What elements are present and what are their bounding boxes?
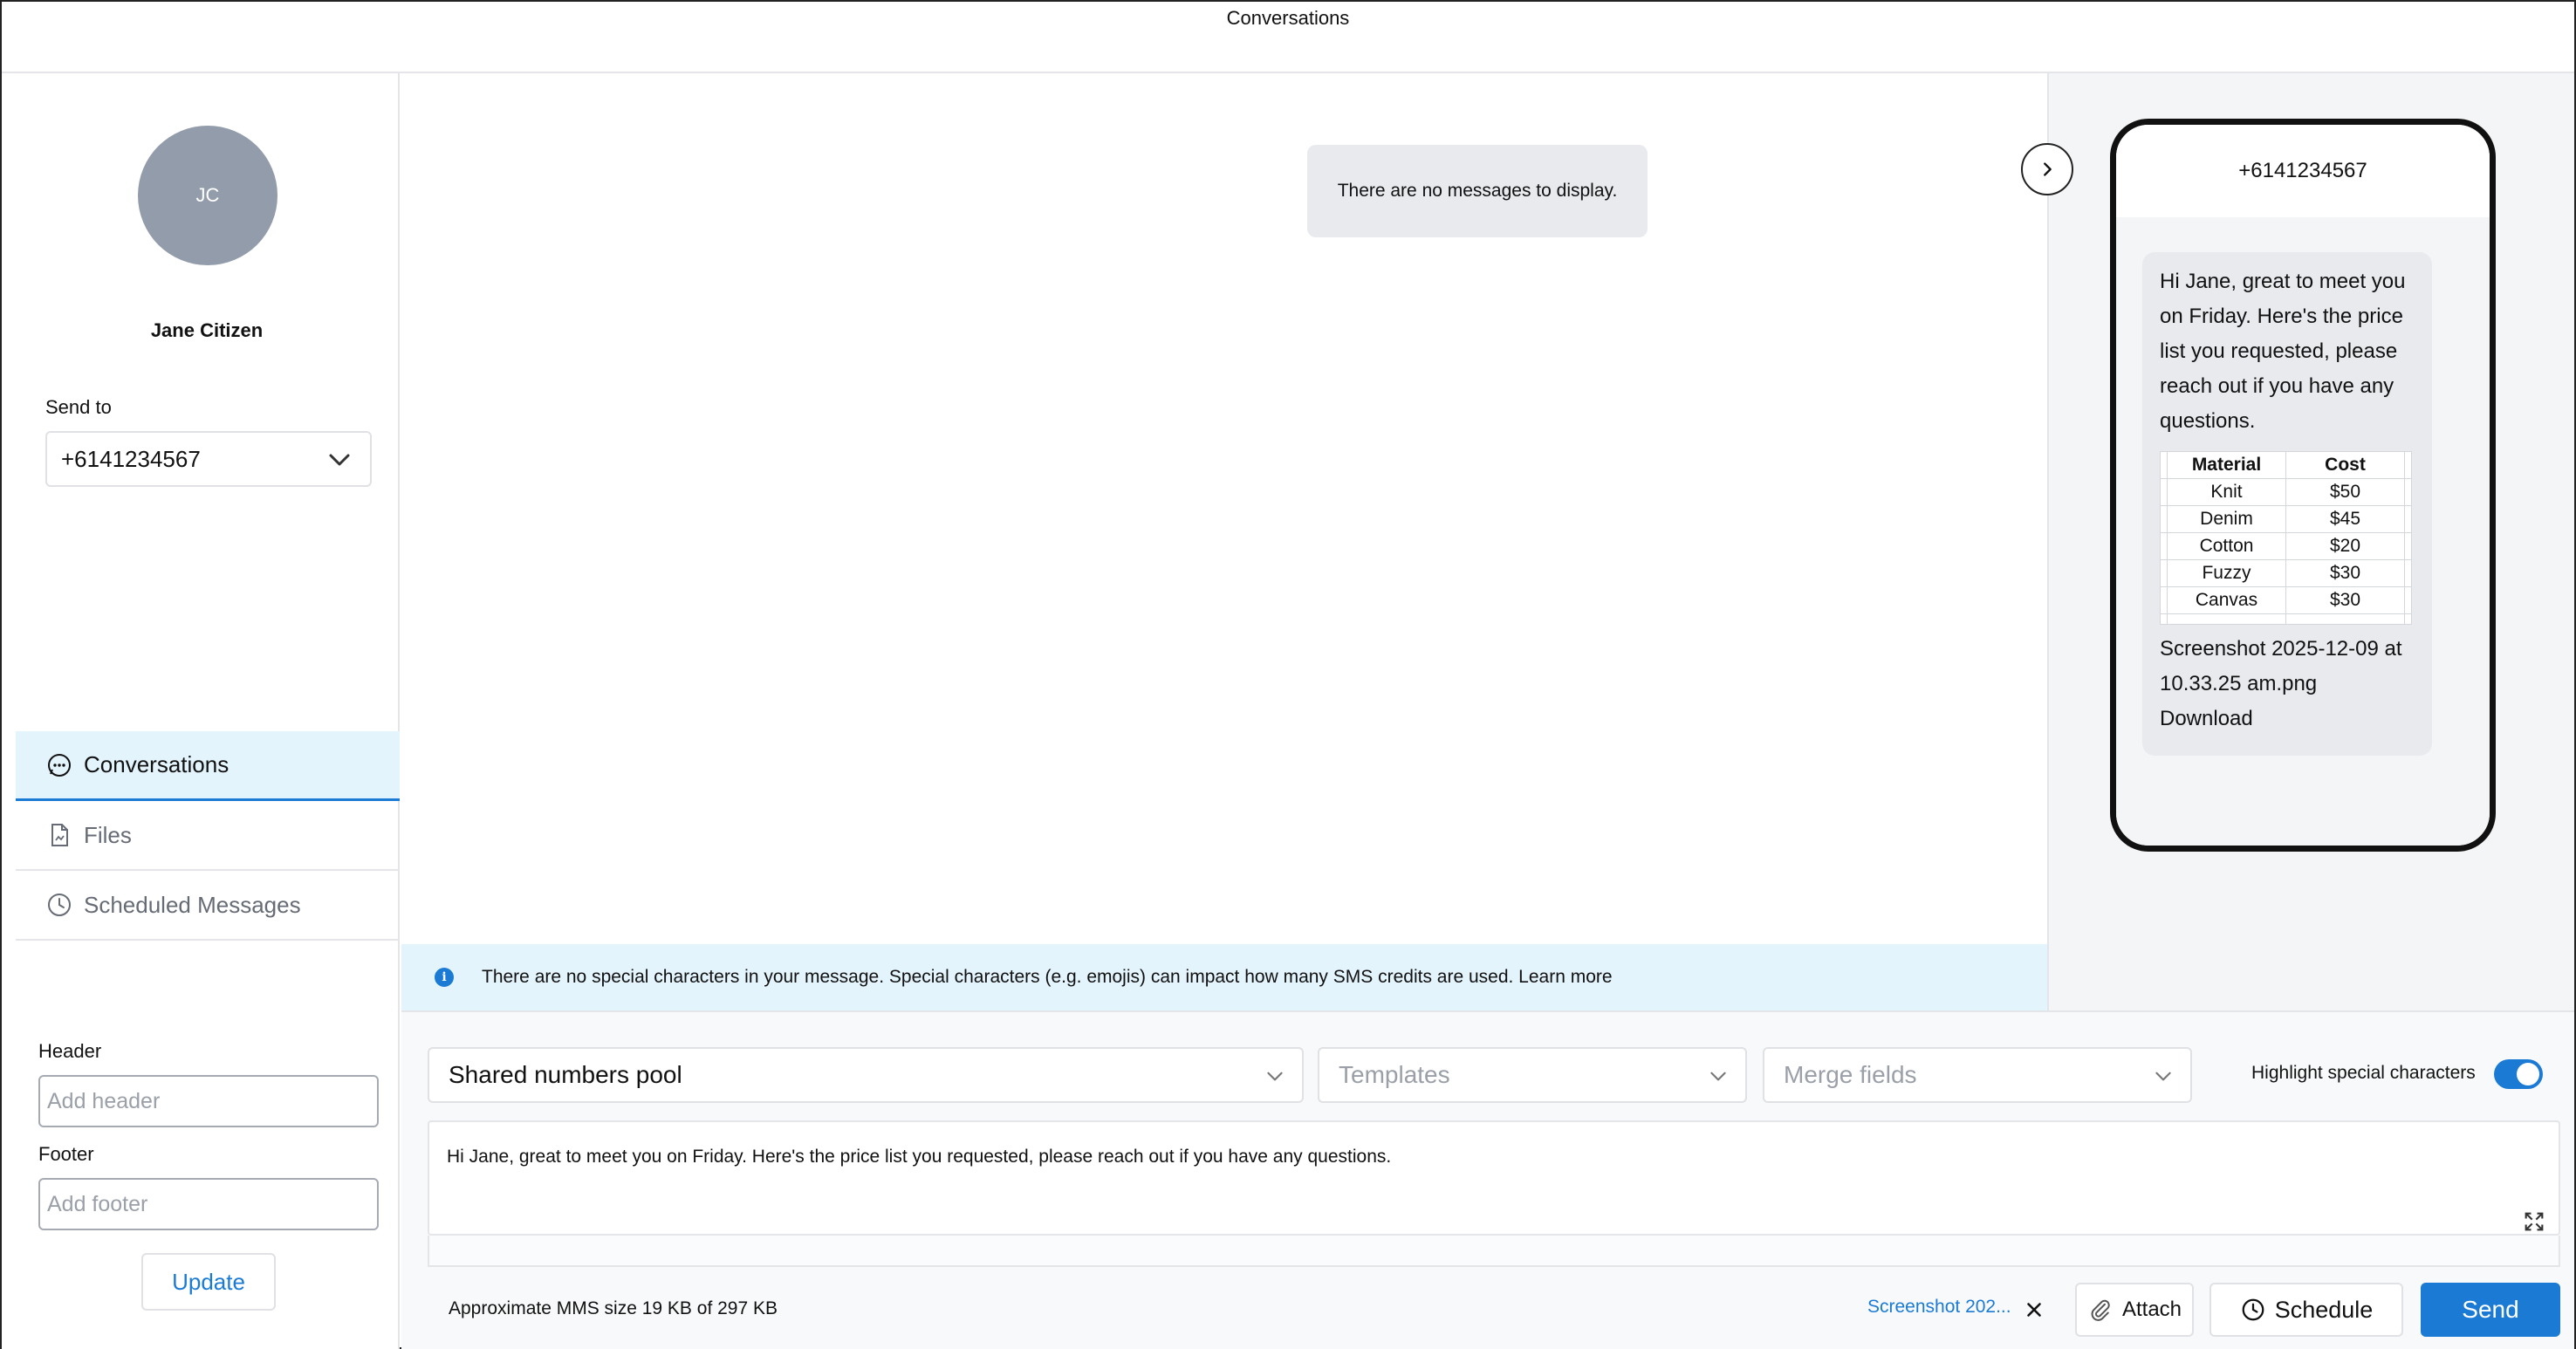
- table-cell: $45: [2285, 505, 2405, 533]
- table-cell: $50: [2285, 478, 2405, 506]
- tab-scheduled-messages-label: Scheduled Messages: [84, 891, 301, 918]
- chevron-down-icon: [1710, 1072, 1726, 1081]
- tab-scheduled-messages[interactable]: Scheduled Messages: [16, 871, 400, 941]
- header-label: Header: [38, 1040, 102, 1062]
- footer-label: Footer: [38, 1143, 94, 1165]
- table-row: Knit $50: [2160, 478, 2412, 506]
- preview-message-text: Hi Jane, great to meet you on Friday. He…: [2160, 270, 2406, 433]
- app-window: Conversations JC Jane Citizen Send to +6…: [0, 0, 2576, 1349]
- table-cell: Knit: [2167, 478, 2286, 506]
- empty-thread-message: There are no messages to display.: [1307, 145, 1648, 237]
- preview-download-link[interactable]: Download: [2160, 702, 2415, 736]
- special-characters-banner: i There are no special characters in you…: [401, 944, 2047, 1010]
- preview-attachment-name: Screenshot 2025-12-09 at 10.33.25 am.png: [2160, 637, 2402, 695]
- table-cell: $30: [2285, 559, 2405, 587]
- highlight-special-characters-toggle[interactable]: [2494, 1059, 2543, 1089]
- send-to-value: +6141234567: [61, 445, 201, 472]
- send-to-label: Send to: [45, 396, 112, 418]
- schedule-button[interactable]: Schedule: [2209, 1283, 2403, 1337]
- footer-input[interactable]: Add footer: [38, 1178, 379, 1230]
- table-row: Canvas $30: [2160, 586, 2412, 614]
- table-header: Material: [2167, 451, 2286, 479]
- update-button[interactable]: Update: [141, 1253, 276, 1311]
- sender-select-value: Shared numbers pool: [449, 1061, 682, 1088]
- chevron-down-icon: [329, 454, 350, 466]
- table-row: [2160, 613, 2412, 625]
- message-textarea-footer: [428, 1236, 2560, 1267]
- avatar: JC: [138, 126, 277, 265]
- top-bar: Conversations: [2, 2, 2574, 73]
- schedule-button-label: Schedule: [2274, 1296, 2374, 1323]
- chevron-right-icon: [2044, 162, 2052, 176]
- page-title: Conversations: [1226, 7, 1350, 29]
- clock-icon: [2240, 1297, 2266, 1323]
- merge-fields-select[interactable]: Merge fields: [1763, 1047, 2192, 1103]
- preview-body: Hi Jane, great to meet you on Friday. He…: [2116, 217, 2490, 846]
- merge-fields-placeholder: Merge fields: [1784, 1061, 1917, 1088]
- chevron-down-icon: [1267, 1072, 1283, 1081]
- tab-conversations-label: Conversations: [84, 751, 230, 777]
- remove-attachment-icon[interactable]: [2023, 1298, 2045, 1321]
- tab-files-label: Files: [84, 821, 132, 848]
- table-row: Cotton $20: [2160, 532, 2412, 560]
- table-cell: $30: [2285, 586, 2405, 614]
- highlight-special-characters-label: Highlight special characters: [2251, 1063, 2476, 1083]
- chat-bubble-icon: [45, 751, 73, 779]
- attach-button[interactable]: Attach: [2075, 1283, 2194, 1337]
- file-icon: [45, 821, 73, 849]
- send-button-label: Send: [2462, 1296, 2519, 1323]
- message-text: Hi Jane, great to meet you on Friday. He…: [447, 1147, 1392, 1167]
- table-cell: Fuzzy: [2167, 559, 2286, 587]
- clock-icon: [45, 891, 73, 919]
- attach-button-label: Attach: [2121, 1298, 2182, 1321]
- templates-select[interactable]: Templates: [1318, 1047, 1747, 1103]
- send-to-select[interactable]: +6141234567: [45, 431, 372, 487]
- table-row: Fuzzy $30: [2160, 559, 2412, 587]
- preview-phone-number: +6141234567: [2116, 125, 2490, 217]
- table-cell: Cotton: [2167, 532, 2286, 560]
- tab-files[interactable]: Files: [16, 801, 400, 871]
- toggle-knob: [2517, 1063, 2539, 1085]
- tab-conversations[interactable]: Conversations: [16, 731, 400, 801]
- message-textarea[interactable]: Hi Jane, great to meet you on Friday. He…: [428, 1120, 2560, 1236]
- message-thread: There are no messages to display.: [401, 73, 2047, 946]
- collapse-preview-button[interactable]: [2021, 143, 2073, 195]
- price-table-image: Material Cost Knit $50 Denim $45 Cotton $20…: [2160, 451, 2412, 625]
- table-header: Cost: [2285, 451, 2405, 479]
- chevron-down-icon: [2155, 1072, 2171, 1081]
- mms-size-indicator: Approximate MMS size 19 KB of 297 KB: [449, 1298, 778, 1318]
- templates-placeholder: Templates: [1339, 1061, 1450, 1088]
- special-characters-text: There are no special characters in your …: [482, 967, 1613, 987]
- sender-select[interactable]: Shared numbers pool: [428, 1047, 1304, 1103]
- phone-preview: +6141234567 Hi Jane, great to meet you o…: [2110, 119, 2496, 852]
- attachment-link[interactable]: Screenshot 202...: [1867, 1297, 2011, 1318]
- table-cell: Canvas: [2167, 586, 2286, 614]
- contact-name: Jane Citizen: [150, 319, 264, 341]
- send-button[interactable]: Send: [2421, 1283, 2560, 1337]
- info-icon: i: [435, 968, 454, 987]
- preview-message-bubble: Hi Jane, great to meet you on Friday. He…: [2142, 252, 2432, 756]
- table-cell: Denim: [2167, 505, 2286, 533]
- header-input[interactable]: Add header: [38, 1075, 379, 1127]
- table-row: Denim $45: [2160, 505, 2412, 533]
- expand-icon[interactable]: [2522, 1209, 2546, 1234]
- paperclip-icon: [2087, 1297, 2114, 1323]
- table-cell: $20: [2285, 532, 2405, 560]
